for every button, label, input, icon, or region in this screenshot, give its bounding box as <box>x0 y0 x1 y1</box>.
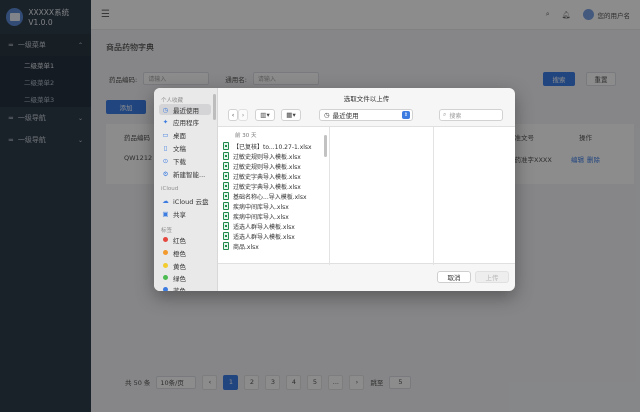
file-item[interactable]: 疾病中间库导入.xlsx <box>223 201 323 211</box>
sidebar-item-icloud-drive[interactable]: ☁ iCloud 云盘 <box>159 195 211 206</box>
file-item[interactable]: 商品.xlsx <box>223 241 323 251</box>
file-item[interactable]: 过敏史规则导入模板.xlsx <box>223 151 323 161</box>
download-icon: ⊙ <box>162 156 169 165</box>
desktop-icon: ▭ <box>162 130 169 139</box>
dialog-sidebar: 个人收藏 ◷ 最近使用 ✦ 应用程序 ▭ 桌面 ▯ 文稿 ⊙ 下载 ⚙ 新建智能... iC… <box>154 88 218 291</box>
favorites-heading: 个人收藏 <box>161 98 184 104</box>
cancel-button[interactable]: 取消 <box>437 271 471 283</box>
excel-file-icon <box>223 162 229 170</box>
sidebar-item-shared[interactable]: ▣ 共享 <box>159 208 211 219</box>
tag-yellow-dot-icon <box>163 262 168 268</box>
back-button[interactable]: ‹ <box>228 109 238 121</box>
file-item[interactable]: 过敏史规则导入模板.xlsx <box>223 161 323 171</box>
forward-button[interactable]: › <box>238 109 248 121</box>
cloud-icon: ☁ <box>162 196 169 205</box>
preview-column <box>330 127 434 265</box>
tag-red-dot-icon <box>163 236 168 242</box>
excel-file-icon <box>223 202 229 210</box>
file-item[interactable]: 过敏史字典导入模板.xlsx <box>223 171 323 181</box>
file-item[interactable]: 疾病中间库导入.xlsx <box>223 211 323 221</box>
sidebar-scrollbar[interactable] <box>213 94 216 120</box>
sidebar-item-recents[interactable]: ◷ 最近使用 <box>159 104 211 115</box>
upload-button[interactable]: 上传 <box>475 271 509 283</box>
tag-orange-dot-icon <box>163 249 168 255</box>
dialog-toolbar: ‹ › ▥▾ ▦▾ ◷ 最近使用 ⇕ ⌕ 搜索 <box>218 106 515 124</box>
apps-icon: ✦ <box>162 117 169 126</box>
excel-file-icon <box>223 222 229 230</box>
tags-heading: 标签 <box>161 228 173 234</box>
document-icon: ▯ <box>163 143 168 152</box>
sidebar-item-desktop[interactable]: ▭ 桌面 <box>159 129 211 140</box>
dialog-footer: 取消 上传 <box>218 264 515 291</box>
tag-green[interactable]: 绿色 <box>159 272 211 283</box>
sidebar-item-applications[interactable]: ✦ 应用程序 <box>159 116 211 127</box>
file-picker-dialog: 个人收藏 ◷ 最近使用 ✦ 应用程序 ▭ 桌面 ▯ 文稿 ⊙ 下载 ⚙ 新建智能... iC… <box>154 88 515 291</box>
file-item[interactable]: 过敏史字典导入模板.xlsx <box>223 181 323 191</box>
excel-file-icon <box>223 212 229 220</box>
column-view-icon[interactable]: ▥▾ <box>255 109 275 121</box>
icloud-heading: iCloud <box>161 186 179 192</box>
excel-file-icon <box>223 152 229 160</box>
tag-green-dot-icon <box>163 274 168 280</box>
tag-blue[interactable]: 蓝色 <box>159 284 211 291</box>
clock-icon: ◷ <box>324 111 330 119</box>
file-item[interactable]: 适选人群导入模板.xlsx <box>223 231 323 241</box>
file-item[interactable]: 适选人群导入模板.xlsx <box>223 221 323 231</box>
file-column: 前 30 天 【已复核】to...10.27-1.xlsx 过敏史规则导入模板.… <box>218 127 330 265</box>
tag-yellow[interactable]: 黄色 <box>159 260 211 271</box>
sidebar-item-new-smart-folder[interactable]: ⚙ 新建智能... <box>159 168 211 179</box>
tag-blue-dot-icon <box>163 286 168 291</box>
excel-file-icon <box>223 142 229 150</box>
excel-file-icon <box>223 232 229 240</box>
file-browser: 前 30 天 【已复核】to...10.27-1.xlsx 过敏史规则导入模板.… <box>218 126 515 265</box>
tag-red[interactable]: 红色 <box>159 234 211 245</box>
clock-icon: ◷ <box>162 105 169 114</box>
folder-icon: ⚙ <box>162 169 169 178</box>
tag-orange[interactable]: 橙色 <box>159 247 211 258</box>
select-arrows-icon: ⇕ <box>402 111 410 119</box>
file-list-scrollbar[interactable] <box>324 135 327 157</box>
grid-view-icon[interactable]: ▦▾ <box>281 109 301 121</box>
search-icon: ⌕ <box>443 111 447 118</box>
file-item[interactable]: 基础名称心...导入模板.xlsx <box>223 191 323 201</box>
excel-file-icon <box>223 182 229 190</box>
file-item[interactable]: 【已复核】to...10.27-1.xlsx <box>223 141 323 151</box>
shared-folder-icon: ▣ <box>162 209 169 218</box>
sidebar-item-downloads[interactable]: ⊙ 下载 <box>159 155 211 166</box>
dialog-title: 选取文件以上传 <box>343 95 390 103</box>
search-field[interactable]: ⌕ 搜索 <box>439 109 503 121</box>
sidebar-item-documents[interactable]: ▯ 文稿 <box>159 142 211 153</box>
location-select[interactable]: ◷ 最近使用 ⇕ <box>319 109 413 121</box>
group-label: 前 30 天 <box>235 133 257 139</box>
excel-file-icon <box>223 192 229 200</box>
excel-file-icon <box>223 242 229 250</box>
excel-file-icon <box>223 172 229 180</box>
